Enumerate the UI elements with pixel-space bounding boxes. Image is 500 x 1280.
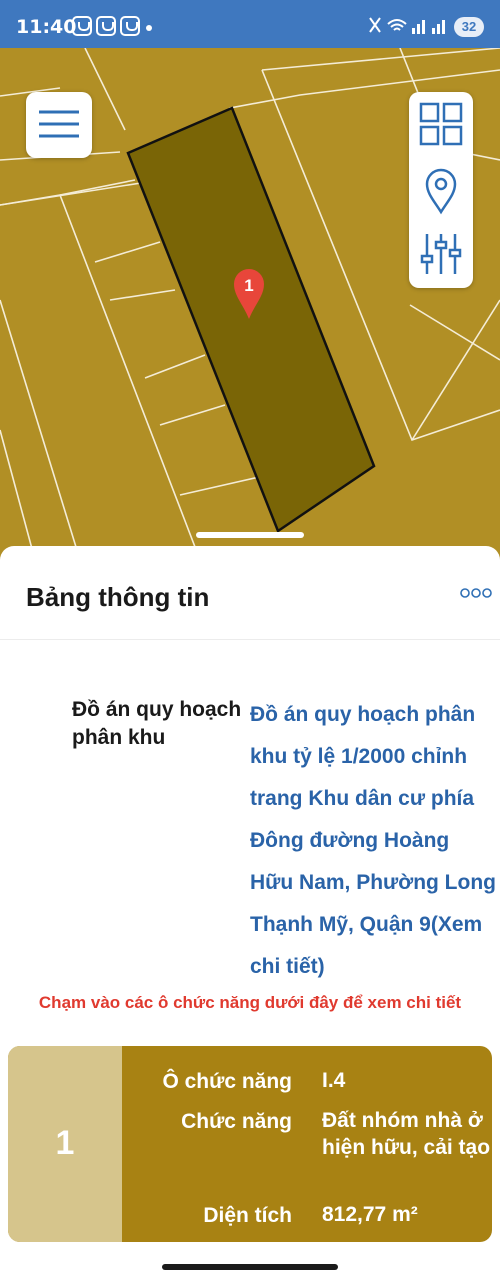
home-indicator[interactable] <box>162 1264 338 1270</box>
function-card-number: 1 <box>55 1124 75 1162</box>
map-marker-label: 1 <box>244 276 253 295</box>
info-sheet: Bảng thông tin Đồ án quy hoạch phân khu … <box>0 546 500 1280</box>
plan-detail-link[interactable]: Đồ án quy hoạch phân khu tỷ lệ 1/2000 ch… <box>250 694 498 988</box>
map-view[interactable]: 1 <box>0 48 500 560</box>
map-tools-panel <box>409 92 473 288</box>
hint-text: Chạm vào các ô chức năng dưới đây để xem… <box>38 993 462 1012</box>
notification-icon <box>72 16 92 36</box>
sheet-drag-handle[interactable] <box>196 532 304 538</box>
notification-icon <box>96 16 116 36</box>
sliders-icon[interactable] <box>409 222 473 286</box>
row-value: 812,77 m² <box>322 1203 418 1226</box>
status-bar: 11:40 32 <box>0 0 500 48</box>
hamburger-icon <box>39 110 79 138</box>
row-label: Chức năng <box>181 1110 292 1133</box>
sheet-title: Bảng thông tin <box>26 582 210 612</box>
signal-icon <box>369 17 445 34</box>
row-label: Diện tích <box>203 1204 292 1227</box>
divider <box>0 639 500 640</box>
more-dots-icon[interactable] <box>460 586 492 600</box>
row-value: I.4 <box>322 1069 346 1092</box>
menu-button[interactable] <box>26 92 92 158</box>
notification-dot-icon <box>146 25 152 31</box>
battery-icon: 32 <box>454 17 484 37</box>
status-time: 11:40 <box>16 16 77 38</box>
function-card-index: 1 <box>8 1046 122 1242</box>
grid-icon[interactable] <box>409 92 473 156</box>
row-label: Ô chức năng <box>162 1070 292 1093</box>
notification-icon <box>120 16 140 36</box>
map-pin-icon[interactable] <box>409 158 473 222</box>
row-value: Đất nhóm nhà ở hiện hữu, cải tạo <box>322 1109 491 1159</box>
function-card[interactable]: 1 Ô chức năng I.4 Chức năng Đất nhóm nhà… <box>8 1046 492 1242</box>
plan-label: Đồ án quy hoạch phân khu <box>72 698 242 749</box>
